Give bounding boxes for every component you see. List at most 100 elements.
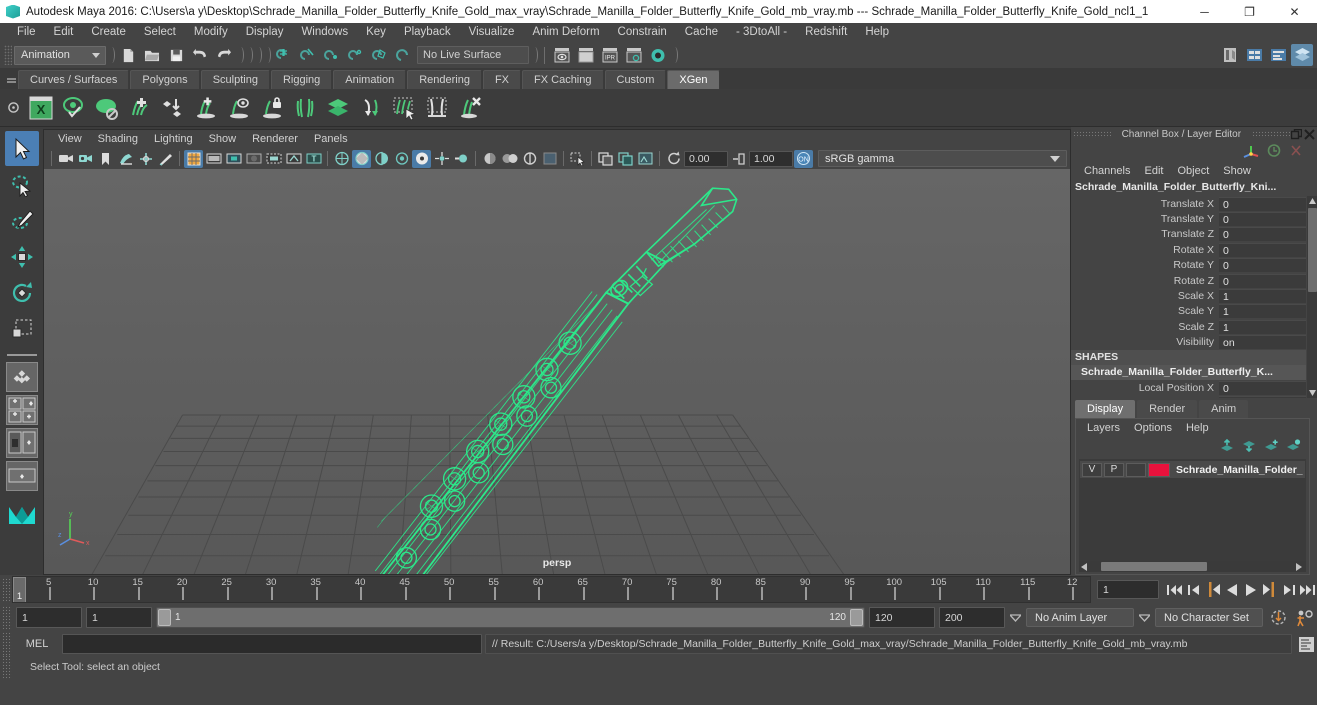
high-quality-render-icon[interactable] (480, 150, 499, 168)
layer-tab-display[interactable]: Display (1075, 400, 1136, 418)
xray-joints-icon[interactable] (284, 150, 303, 168)
shadows-icon[interactable] (412, 149, 431, 168)
range-left-handle[interactable] (158, 609, 171, 626)
menu-modify[interactable]: Modify (185, 23, 237, 42)
xgen-density-layers-icon[interactable] (321, 91, 354, 125)
move-layer-down-icon[interactable] (1242, 439, 1257, 456)
character-set-chevron-down-icon[interactable] (1138, 607, 1151, 628)
exposure-field[interactable]: 0.00 (684, 150, 728, 167)
separator[interactable] (531, 46, 538, 64)
select-objects-icon[interactable] (568, 150, 587, 168)
scroll-down-icon[interactable] (1307, 387, 1317, 398)
viewport-menu-renderer[interactable]: Renderer (244, 130, 306, 148)
separator[interactable] (108, 46, 115, 64)
paint-select-tool-button[interactable] (5, 203, 39, 238)
show-hide-channel-box-icon[interactable] (1291, 44, 1313, 66)
use-default-lighting-icon[interactable] (392, 150, 411, 168)
attribute-value[interactable]: 0 (1219, 212, 1306, 227)
panel-grip[interactable] (1251, 131, 1290, 138)
shelf-tab-fx-caching[interactable]: FX Caching (522, 70, 604, 89)
redo-render-icon[interactable] (575, 44, 597, 66)
close-button[interactable]: ✕ (1272, 0, 1317, 23)
layer-menu-layers[interactable]: Layers (1080, 419, 1127, 437)
redo-button[interactable] (213, 44, 235, 66)
snap-to-view-plane-icon[interactable] (369, 44, 391, 66)
hypershade-icon[interactable] (647, 44, 669, 66)
render-current-frame-icon[interactable] (551, 44, 573, 66)
menuset-selector[interactable]: Animation (14, 45, 106, 65)
channel-row-visibility[interactable]: Visibility on (1071, 335, 1317, 350)
channel-box-menu-object[interactable]: Object (1170, 162, 1216, 181)
smooth-shading-icon[interactable] (352, 149, 371, 168)
xgen-mirror-guides-icon[interactable] (288, 91, 321, 125)
hscrollbar-thumb[interactable] (1101, 562, 1207, 571)
channel-box-menu-show[interactable]: Show (1216, 162, 1258, 181)
attribute-value[interactable]: 0 (1219, 273, 1306, 288)
menu-visualize[interactable]: Visualize (460, 23, 524, 42)
channel-row-rotate-y[interactable]: Rotate Y 0 (1071, 258, 1317, 273)
menu-windows[interactable]: Windows (292, 23, 357, 42)
gate-mask-icon[interactable] (244, 150, 263, 168)
separator[interactable] (237, 46, 244, 64)
attribute-value[interactable]: 0 (1219, 242, 1306, 257)
xgen-add-guide-icon[interactable] (189, 91, 222, 125)
minimize-button[interactable]: ─ (1182, 0, 1227, 23)
script-editor-icon[interactable] (1295, 634, 1317, 655)
channel-row-scale-z[interactable]: Scale Z 1 (1071, 319, 1317, 334)
layer-list-hscrollbar[interactable] (1079, 561, 1306, 572)
snap-to-curve-icon[interactable] (297, 44, 319, 66)
shelf-tab-animation[interactable]: Animation (333, 70, 407, 89)
xgen-disable-preview-icon[interactable] (90, 91, 123, 125)
range-slider-grip[interactable] (2, 605, 12, 630)
layout-single-perspective-button[interactable] (5, 362, 38, 392)
menu-edit[interactable]: Edit (45, 23, 83, 42)
show-hide-tool-settings-icon[interactable] (1267, 44, 1289, 66)
save-scene-button[interactable] (165, 44, 187, 66)
channel-row-scale-y[interactable]: Scale Y 1 (1071, 304, 1317, 319)
shelf-tab-rigging[interactable]: Rigging (270, 70, 333, 89)
menu-select[interactable]: Select (135, 23, 185, 42)
channel-row-translate-y[interactable]: Translate Y 0 (1071, 211, 1317, 227)
undock-panel-icon[interactable] (1290, 128, 1303, 141)
xgen-preview-icon[interactable] (57, 91, 90, 125)
scroll-up-icon[interactable] (1307, 196, 1317, 207)
animation-preferences-icon[interactable] (1293, 607, 1317, 628)
channel-row-translate-z[interactable]: Translate Z 0 (1071, 227, 1317, 242)
menu-help[interactable]: Help (856, 23, 898, 42)
help-line-grip[interactable] (2, 655, 12, 679)
snap-to-grid-icon[interactable] (273, 44, 295, 66)
paste-view-icon[interactable] (616, 150, 635, 168)
menu-create[interactable]: Create (82, 23, 135, 42)
attribute-value[interactable]: 1 (1219, 289, 1306, 304)
layer-menu-help[interactable]: Help (1179, 419, 1216, 437)
snap-to-projected-center-icon[interactable] (345, 44, 367, 66)
shelf-tab-rendering[interactable]: Rendering (407, 70, 482, 89)
viewport-menu-shading[interactable]: Shading (90, 130, 146, 148)
close-panel-icon[interactable] (1303, 128, 1316, 141)
channel-box-menu-edit[interactable]: Edit (1137, 162, 1170, 181)
gamma-field[interactable]: 1.00 (749, 150, 793, 167)
viewport-menu-lighting[interactable]: Lighting (146, 130, 201, 148)
command-line-grip[interactable] (2, 632, 12, 656)
exposure-preview-icon[interactable] (540, 150, 559, 168)
xgen-editor-icon[interactable]: X (24, 91, 57, 125)
color-management-toggle-icon[interactable]: ON (794, 149, 813, 168)
two-d-pan-zoom-icon[interactable] (136, 150, 155, 168)
shelf-tab-polygons[interactable]: Polygons (130, 70, 200, 89)
xgen-delete-guides-icon[interactable] (453, 91, 486, 125)
time-slider-grip[interactable] (2, 577, 12, 602)
new-layer-icon[interactable] (1264, 439, 1279, 456)
text-display-icon[interactable]: T (304, 150, 323, 168)
command-input[interactable] (62, 634, 482, 654)
play-forwards-button[interactable] (1241, 579, 1260, 600)
step-forward-key-button[interactable] (1260, 579, 1279, 600)
attribute-value[interactable]: 0 (1219, 196, 1306, 211)
auto-keyframe-toggle-icon[interactable] (1267, 607, 1289, 628)
layer-row[interactable]: V P Schrade_Manilla_Folder_ (1080, 461, 1305, 478)
scrollbar-thumb[interactable] (1307, 208, 1317, 292)
character-set-field[interactable]: No Character Set (1155, 608, 1263, 627)
snap-to-point-icon[interactable] (321, 44, 343, 66)
shelf-tab-sculpting[interactable]: Sculpting (200, 70, 270, 89)
range-slider-bar[interactable]: 1 120 (156, 607, 865, 628)
menu-constrain[interactable]: Constrain (609, 23, 676, 42)
